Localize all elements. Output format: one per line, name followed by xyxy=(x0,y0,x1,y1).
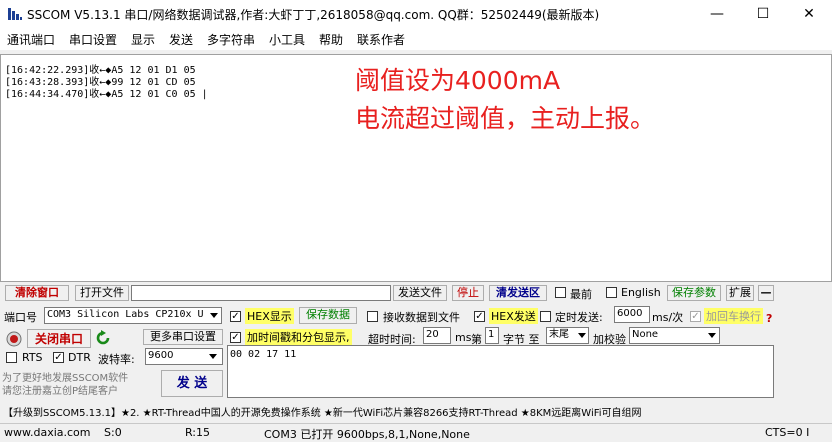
chevron-down-icon xyxy=(209,354,217,359)
promo-ticker[interactable]: 【升级到SSCOM5.13.1】★2. ★RT-Thread中国人的开源免费操作… xyxy=(3,404,829,418)
hex-display-checkbox[interactable]: ✓ xyxy=(230,311,241,322)
topmost-checkbox[interactable] xyxy=(555,287,566,298)
app-logo-icon xyxy=(8,8,22,20)
save-data-button[interactable]: 保存数据 xyxy=(299,307,357,324)
checksum-value: None xyxy=(632,329,659,340)
byte-end-value: 末尾 xyxy=(549,329,569,340)
more-settings-button[interactable]: 更多串口设置 xyxy=(143,329,223,345)
recv-to-file-label: 接收数据到文件 xyxy=(383,311,460,324)
maximize-button[interactable]: ☐ xyxy=(740,0,786,28)
byte-index-input[interactable]: 1 xyxy=(485,327,499,344)
chevron-down-icon xyxy=(210,313,218,318)
receive-line: [16:42:22.293]收←◆A5 12 01 D1 05 xyxy=(5,65,196,76)
annotation-threshold: 阈值设为4000mA xyxy=(355,66,561,95)
rts-checkbox[interactable] xyxy=(6,352,17,363)
chevron-down-icon xyxy=(578,333,586,338)
expand-button[interactable]: 扩展 xyxy=(726,285,754,301)
menu-contact-author[interactable]: 联系作者 xyxy=(357,31,405,48)
close-button[interactable]: ✕ xyxy=(786,0,832,28)
menu-port-settings[interactable]: 串口设置 xyxy=(69,31,117,48)
interval-unit: ms/次 xyxy=(652,311,684,324)
help-icon[interactable]: ? xyxy=(766,312,772,325)
status-port-info: COM3 已打开 9600bps,8,1,None,None xyxy=(264,428,470,441)
title-bar: SSCOM V5.13.1 串口/网络数据调试器,作者:大虾丁丁,2618058… xyxy=(0,0,832,28)
send-content: 00 02 17 11 xyxy=(230,349,297,360)
receive-area[interactable]: [16:42:22.293]收←◆A5 12 01 D1 05 [16:43:2… xyxy=(0,54,832,282)
add-crlf-label: 加回车换行 xyxy=(704,308,763,324)
refresh-icon[interactable] xyxy=(95,330,112,347)
hex-send-label: HEX发送 xyxy=(489,308,538,324)
send-file-button[interactable]: 发送文件 xyxy=(393,285,447,301)
interval-value: 6000 xyxy=(617,308,643,319)
english-label: English xyxy=(621,286,661,299)
promo-left-text: 为了更好地发展SSCOM软件 请您注册嘉立创P结尾客户 xyxy=(2,373,129,397)
add-crlf-checkbox[interactable]: ✓ xyxy=(690,311,701,322)
file-path-field[interactable] xyxy=(131,285,391,301)
menu-tools[interactable]: 小工具 xyxy=(269,31,305,48)
save-params-button[interactable]: 保存参数 xyxy=(667,285,721,301)
recv-to-file-checkbox[interactable] xyxy=(367,311,378,322)
dtr-checkbox[interactable]: ✓ xyxy=(53,352,64,363)
timestamp-checkbox[interactable]: ✓ xyxy=(230,332,241,343)
port-label: 端口号 xyxy=(4,311,37,324)
port-status-icon xyxy=(6,331,22,347)
close-port-button[interactable]: 关闭串口 xyxy=(27,329,91,348)
status-cts: CTS=0 I xyxy=(765,426,810,439)
menu-comm-port[interactable]: 通讯端口 xyxy=(7,31,55,48)
clear-window-button[interactable]: 清除窗口 xyxy=(5,285,69,301)
timed-send-checkbox[interactable] xyxy=(540,311,551,322)
status-received: R:15 xyxy=(185,426,211,439)
timeout-unit: ms xyxy=(455,331,472,344)
english-checkbox[interactable] xyxy=(606,287,617,298)
hex-send-checkbox[interactable]: ✓ xyxy=(474,311,485,322)
port-select[interactable]: COM3 Silicon Labs CP210x U xyxy=(44,307,222,324)
receive-line: [16:43:28.393]收←◆99 12 01 CD 05 xyxy=(5,77,196,88)
collapse-button[interactable]: — xyxy=(758,285,774,301)
receive-line: [16:44:34.470]收←◆A5 12 01 C0 05 | xyxy=(5,89,208,100)
rts-label: RTS xyxy=(22,351,43,364)
menu-bar: 通讯端口 串口设置 显示 发送 多字符串 小工具 帮助 联系作者 xyxy=(0,28,832,50)
annotation-report: 电流超过阈值，主动上报。 xyxy=(355,104,656,133)
topmost-label: 最前 xyxy=(570,288,592,301)
chevron-down-icon xyxy=(708,333,716,338)
baud-value: 9600 xyxy=(148,350,174,361)
window-title: SSCOM V5.13.1 串口/网络数据调试器,作者:大虾丁丁,2618058… xyxy=(27,8,600,22)
menu-display[interactable]: 显示 xyxy=(131,31,155,48)
menu-multi-string[interactable]: 多字符串 xyxy=(207,31,255,48)
menu-send[interactable]: 发送 xyxy=(169,31,193,48)
baud-label: 波特率: xyxy=(98,353,135,366)
status-bar: www.daxia.com S:0 R:15 COM3 已打开 9600bps,… xyxy=(0,423,832,441)
timeout-input[interactable]: 20 xyxy=(423,327,451,344)
timed-send-label: 定时发送: xyxy=(555,311,603,324)
interval-input[interactable]: 6000 xyxy=(614,306,650,323)
status-sent: S:0 xyxy=(104,426,122,439)
status-url[interactable]: www.daxia.com xyxy=(4,426,91,439)
port-select-value: COM3 Silicon Labs CP210x U xyxy=(47,309,204,320)
minimize-button[interactable]: — xyxy=(694,0,740,28)
byte-index-value: 1 xyxy=(488,329,495,340)
send-button[interactable]: 发 送 xyxy=(161,370,223,397)
stop-button[interactable]: 停止 xyxy=(452,285,484,301)
dtr-label: DTR xyxy=(68,351,91,364)
timestamp-label: 加时间戳和分包显示, xyxy=(245,329,352,345)
hex-display-label: HEX显示 xyxy=(245,308,294,324)
clear-send-button[interactable]: 清发送区 xyxy=(489,285,547,301)
send-textarea[interactable]: 00 02 17 11 xyxy=(227,345,774,398)
menu-help[interactable]: 帮助 xyxy=(319,31,343,48)
open-file-button[interactable]: 打开文件 xyxy=(75,285,129,301)
timeout-value: 20 xyxy=(426,329,439,340)
